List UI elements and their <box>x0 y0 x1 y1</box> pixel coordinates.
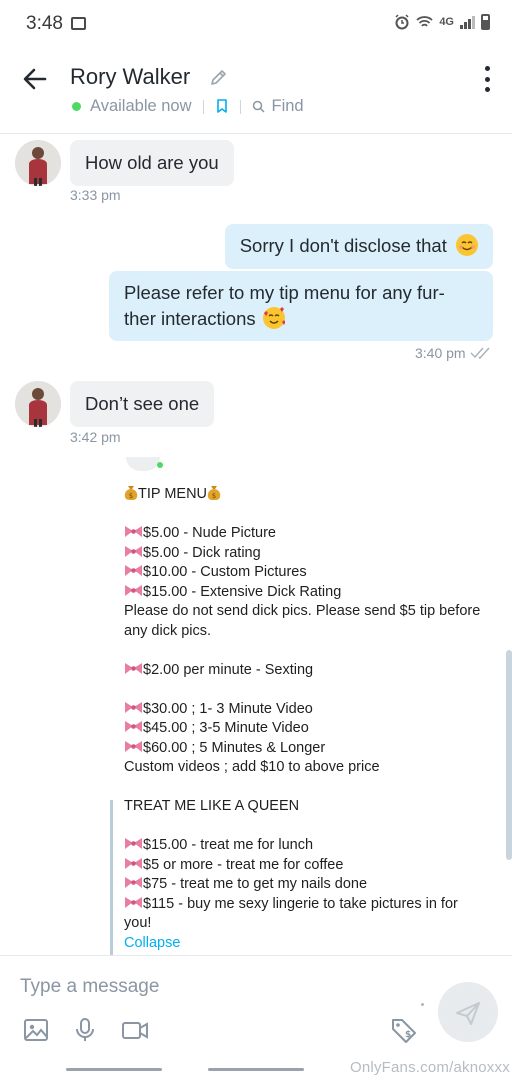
contact-avatar[interactable] <box>15 381 61 427</box>
ribbon-bow-icon <box>125 877 142 888</box>
money-bag-icon: $ <box>207 486 221 500</box>
svg-text:$: $ <box>129 492 133 500</box>
quote-bar <box>110 800 113 955</box>
contact-avatar[interactable] <box>15 140 61 186</box>
gallery-notification-icon <box>71 17 86 30</box>
tip-menu-message: $ TIP MENU $ $5.00 - Nude Picture $5.00 - … <box>124 484 494 953</box>
svg-text:$: $ <box>405 1030 411 1040</box>
ribbon-bow-icon <box>125 896 142 908</box>
tip-menu-item: $115 - buy me sexy lingerie to take pict… <box>124 895 494 915</box>
tip-menu-item: $15.00 - Extensive Dick Rating <box>124 583 494 603</box>
tip-menu-item: $75 - treat me to get my nails done <box>124 875 494 895</box>
chat-header: Rory Walker Available now Find <box>0 48 512 134</box>
signal-strength-icon <box>460 15 475 29</box>
message-timestamp: 3:40 pm <box>415 345 466 361</box>
ribbon-bow-icon <box>125 565 142 576</box>
pencil-icon[interactable] <box>209 67 229 87</box>
availability-status: Available now <box>90 97 192 115</box>
message-text-line: Please refer to my tip menu for any fur- <box>124 282 445 303</box>
tip-menu-item: $30.00 ; 1- 3 Minute Video <box>124 700 494 720</box>
collapse-link[interactable]: Collapse <box>124 935 180 951</box>
alarm-icon <box>395 14 409 30</box>
microphone-icon[interactable] <box>71 1016 99 1044</box>
tip-menu-item: $5 or more - treat me for coffee <box>124 856 494 876</box>
tip-menu-item: $10.00 - Custom Pictures <box>124 563 494 583</box>
scrollbar[interactable] <box>506 650 512 860</box>
watermark: OnlyFans.com/aknoxxx <box>350 1059 510 1076</box>
divider <box>202 99 204 114</box>
dot <box>421 1003 424 1006</box>
message-text: Sorry I don't disclose that <box>239 235 447 256</box>
back-arrow-icon[interactable] <box>18 62 52 96</box>
smiling-face-with-hearts-emoji-icon <box>262 307 285 329</box>
message-timestamp: 3:42 pm <box>70 429 121 445</box>
tip-menu-item: $5.00 - Nude Picture <box>124 524 494 544</box>
svg-text:$: $ <box>212 492 216 500</box>
tip-menu-note: Please do not send dick pics. Please sen… <box>124 603 481 619</box>
find-in-chat-button[interactable]: Find <box>252 97 304 116</box>
incoming-message-bubble[interactable]: Don’t see one <box>70 381 215 427</box>
tip-menu-note: you! <box>124 915 152 931</box>
send-icon <box>456 1002 480 1025</box>
wifi-icon <box>416 16 433 27</box>
divider <box>239 99 241 114</box>
ribbon-bow-icon <box>125 662 142 674</box>
status-bar: 3:48 4G <box>0 0 512 48</box>
find-label: Find <box>271 97 304 115</box>
bookmark-icon[interactable] <box>215 99 229 114</box>
online-status-dot <box>72 102 81 111</box>
price-tag-icon[interactable]: $ <box>390 1016 418 1044</box>
message-text-line-2: ther interactions <box>124 306 478 332</box>
incoming-message-bubble[interactable]: How old are you <box>70 140 234 186</box>
tip-menu-item: $2.00 per minute - Sexting <box>124 661 494 681</box>
ribbon-bow-icon <box>125 857 142 869</box>
ribbon-bow-icon <box>125 526 142 537</box>
nav-home[interactable] <box>208 1068 304 1071</box>
tip-menu-note: Custom videos ; add $10 to above price <box>124 759 380 775</box>
tip-menu-item: $15.00 - treat me for lunch <box>124 836 494 856</box>
tip-menu-item: $5.00 - Dick rating <box>124 544 494 564</box>
video-camera-icon[interactable] <box>121 1016 149 1044</box>
send-button[interactable] <box>438 982 498 1042</box>
outgoing-message-bubble[interactable]: Please refer to my tip menu for any fur-… <box>109 271 493 341</box>
search-icon <box>252 100 265 113</box>
outgoing-message-bubble[interactable]: Sorry I don't disclose that <box>224 224 493 269</box>
tip-menu-title-row: $ TIP MENU $ <box>124 484 494 505</box>
online-status-dot <box>157 462 163 468</box>
ribbon-bow-icon <box>125 838 142 849</box>
contact-name[interactable]: Rory Walker <box>70 64 190 90</box>
message-timestamp: 3:33 pm <box>70 187 121 203</box>
status-time: 3:48 <box>26 13 63 34</box>
tip-menu-item: $45.00 ; 3-5 Minute Video <box>124 719 494 739</box>
smiling-face-emoji-icon <box>456 234 478 256</box>
image-icon[interactable] <box>22 1016 50 1044</box>
message-text: ther interactions <box>124 308 256 329</box>
nav-recent-apps[interactable] <box>66 1068 162 1071</box>
message-input[interactable] <box>20 976 420 998</box>
tip-menu-note: any dick pics. <box>124 622 212 639</box>
ribbon-bow-icon <box>125 701 142 713</box>
partial-avatar <box>126 457 160 471</box>
status-icons: 4G <box>394 14 490 30</box>
ribbon-bow-icon <box>125 721 142 732</box>
ribbon-bow-icon <box>125 740 142 752</box>
battery-icon <box>481 14 490 30</box>
ribbon-bow-icon <box>125 584 142 596</box>
read-receipt-icon <box>470 347 490 360</box>
money-bag-icon: $ <box>124 486 138 500</box>
tip-menu-title: TIP MENU <box>138 486 208 502</box>
tip-menu-heading: TREAT ME LIKE A QUEEN <box>124 798 300 814</box>
network-type-label: 4G <box>439 16 454 28</box>
header-subrow: Available now Find <box>72 97 304 116</box>
more-options-icon[interactable] <box>480 66 494 92</box>
ribbon-bow-icon <box>125 545 142 557</box>
tip-menu-item: $60.00 ; 5 Minutes & Longer <box>124 739 494 759</box>
